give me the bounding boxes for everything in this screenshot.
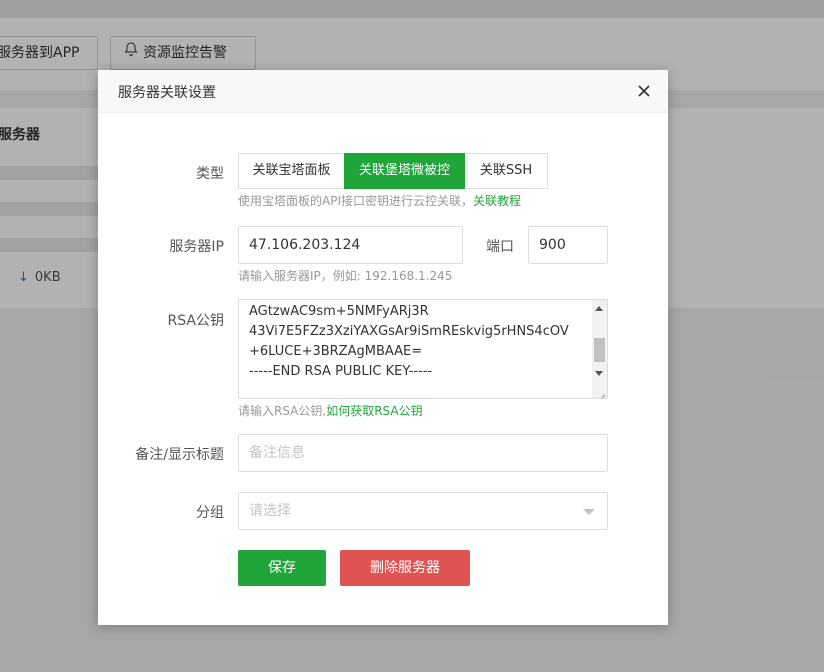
remark-label: 备注/显示标题	[135, 447, 224, 463]
dialog-title: 服务器关联设置	[118, 85, 216, 101]
rsa-key-hint-text: 请输入RSA公钥,	[238, 404, 327, 418]
type-option-bt-panel[interactable]: 关联宝塔面板	[238, 153, 345, 189]
rsa-key-content: AGtzwAC9sm+5NMFyARj3R 43Vi7E5FZz3XziYAXG…	[249, 302, 569, 382]
delete-server-button[interactable]: 删除服务器	[340, 550, 470, 586]
type-label: 类型	[196, 166, 224, 182]
group-label: 分组	[196, 505, 224, 521]
rsa-key-label: RSA公钥	[167, 313, 224, 329]
rsa-key-line: 43Vi7E5FZz3XziYAXGsAr9iSmREskvig5rHNS4cO…	[249, 324, 569, 339]
server-ip-label: 服务器IP	[169, 239, 224, 255]
resize-grip-icon[interactable]	[596, 387, 606, 398]
chevron-down-icon	[583, 509, 595, 515]
type-option-ssh[interactable]: 关联SSH	[464, 153, 548, 189]
type-segmented-control: 关联宝塔面板 关联堡塔微被控 关联SSH	[238, 153, 548, 189]
type-option-bt-micro-agent[interactable]: 关联堡塔微被控	[344, 153, 465, 189]
port-label: 端口	[486, 239, 514, 255]
server-link-settings-dialog: 服务器关联设置 类型 关联宝塔面板 关联堡塔微被控 关联SSH 使用宝塔面板的A…	[98, 70, 668, 625]
scroll-down-arrow-icon[interactable]	[595, 371, 603, 376]
port-input[interactable]	[528, 226, 608, 264]
scrollbar-thumb[interactable]	[594, 338, 605, 362]
group-select[interactable]: 请选择	[238, 492, 608, 530]
type-hint-text: 使用宝塔面板的API接口密钥进行云控关联，	[238, 194, 473, 208]
group-select-placeholder: 请选择	[249, 503, 291, 519]
close-icon[interactable]	[636, 83, 652, 99]
link-get-rsa-key[interactable]: 如何获取RSA公钥	[326, 404, 422, 418]
server-ip-input[interactable]	[238, 226, 463, 264]
scroll-up-arrow-icon[interactable]	[595, 306, 603, 311]
textarea-scrollbar[interactable]	[592, 300, 607, 398]
server-ip-hint: 请输入服务器IP，例如: 192.168.1.245	[238, 269, 453, 283]
link-tutorial[interactable]: 关联教程	[473, 194, 521, 208]
save-button[interactable]: 保存	[238, 550, 326, 586]
type-hint: 使用宝塔面板的API接口密钥进行云控关联，关联教程	[238, 192, 521, 209]
rsa-key-line: -----END RSA PUBLIC KEY-----	[249, 364, 433, 379]
dialog-header: 服务器关联设置	[98, 70, 668, 113]
rsa-key-textarea[interactable]: AGtzwAC9sm+5NMFyARj3R 43Vi7E5FZz3XziYAXG…	[238, 299, 608, 399]
remark-input[interactable]	[238, 434, 608, 472]
rsa-key-line: +6LUCE+3BRZAgMBAAE=	[249, 344, 423, 359]
rsa-key-hint: 请输入RSA公钥,如何获取RSA公钥	[238, 402, 423, 419]
rsa-key-line: AGtzwAC9sm+5NMFyARj3R	[249, 304, 429, 319]
